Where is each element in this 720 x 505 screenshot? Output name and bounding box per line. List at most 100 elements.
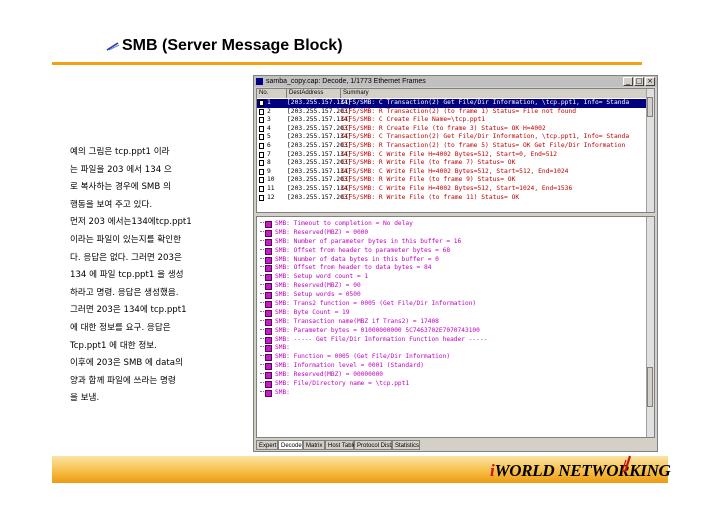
table-row[interactable]: 3 [203.255.157.134] CIFS/SMB: C Create Fil… [257,116,649,125]
table-row[interactable]: 12 [203.255.157.203] CIFS/SMB: R Write Fil… [257,194,649,203]
tab-protocol-dist[interactable]: Protocol Dist. [354,440,393,450]
tab-expert[interactable]: Expert [256,440,278,450]
body-line: 그러면 203은 134에 tcp.ppt1 [70,305,187,316]
tree-connector [260,337,264,343]
tab-statistics[interactable]: Statistics [392,440,420,450]
body-line: 을 보냄. [70,393,100,404]
row-checkbox[interactable] [259,168,264,175]
frame-number: 10 [267,176,275,184]
decode-line[interactable]: SMB: Function = 0005 (Get File/Dir Infor… [257,353,649,362]
frame-summary: CIFS/SMB: R Transaction(2) (to frame 5) … [341,141,626,149]
slide-title: SMB (Server Message Block) [122,37,343,54]
smb-node-icon [265,265,272,273]
decode-line[interactable]: SMB: Setup word count = 1 [257,273,649,282]
frame-number: 5 [267,133,271,141]
window-titlebar[interactable]: samba_copy.cap: Decode, 1/1773 Ethernet … [254,76,657,87]
column-header-summary[interactable]: Summary [341,89,649,98]
column-header-address[interactable]: DestAddress [287,89,341,98]
decode-line[interactable]: SMB: Setup words = 0500 [257,291,649,300]
frame-summary: CIFS/SMB: C Create File Name=\tcp.ppt1 [341,116,486,124]
tree-connector [260,355,264,360]
decode-line[interactable]: SMB: Reserved(MBZ) = 0000 [257,229,649,238]
frame-number: 8 [267,159,271,167]
list-scrollbar[interactable] [646,89,654,212]
decode-line[interactable]: SMB: Reserved(MBZ) = 00000000 [257,371,649,380]
row-checkbox[interactable] [259,151,264,158]
frame-number: 4 [267,124,271,132]
minimize-button[interactable]: _ [623,77,633,86]
row-checkbox[interactable] [259,117,264,124]
frame-summary: CIFS/SMB: C Transaction(2) Get File/Dir … [341,133,630,141]
smb-node-icon [265,345,272,353]
body-line: Tcp.ppt1 에 대한 정보. [70,340,157,351]
window-title: samba_copy.cap: Decode, 1/1773 Ethernet … [266,78,426,85]
row-checkbox[interactable] [259,194,264,201]
table-row[interactable]: 6 [203.255.157.203] CIFS/SMB: R Transactio… [257,142,649,151]
tree-connector [260,302,264,307]
table-row[interactable]: 11 [203.255.157.134] CIFS/SMB: C Write Fil… [257,185,649,194]
tab-matrix[interactable]: Matrix [303,440,325,450]
smb-node-icon [265,354,272,362]
table-row[interactable]: 4 [203.255.157.203] CIFS/SMB: R Create Fil… [257,125,649,134]
column-header-no[interactable]: No. [257,89,287,98]
decode-line[interactable]: SMB: Transaction name(MBZ if Trans2) = 1… [257,318,649,327]
frame-number: 2 [267,107,271,115]
row-checkbox[interactable] [259,185,264,192]
decode-line[interactable]: SMB: Trans2 function = 0005 (Get File/Di… [257,300,649,309]
decode-text: SMB: [275,388,290,396]
decode-line[interactable]: SMB: [257,344,649,353]
table-row[interactable]: 1 [203.255.157.134] CIFS/SMB: C Transactio… [257,99,649,108]
decode-line[interactable]: SMB: File/Directory name = \tcp.ppt1 [257,380,649,389]
row-checkbox[interactable] [259,160,264,167]
decode-text: SMB: [275,344,290,352]
row-checkbox[interactable] [259,125,264,132]
frame-number: 11 [267,184,275,192]
decode-text: SMB: Setup words = 0500 [275,291,361,299]
decode-line[interactable]: SMB: Number of parameter bytes in this b… [257,238,649,247]
body-line: 먼저 203 에서는134에tcp.ppt1 [70,217,192,228]
table-row[interactable]: 10 [203.255.157.203] CIFS/SMB: R Write Fil… [257,176,649,185]
decode-line[interactable]: SMB: Parameter bytes = 01000000000 5C746… [257,327,649,336]
decode-text: SMB: Timeout to completion = No delay [275,220,413,227]
table-row[interactable]: 5 [203.255.157.134] CIFS/SMB: C Transactio… [257,133,649,142]
table-row[interactable]: 2 [203.255.157.203] CIFS/SMB: R Transactio… [257,108,649,117]
maximize-button[interactable]: □ [634,77,644,86]
body-line: 다. 응답은 없다. 그러면 203은 [70,252,182,263]
tab-host-table[interactable]: Host Table [325,440,356,450]
decode-line[interactable]: SMB: Reserved(MBZ) = 00 [257,282,649,291]
decode-line[interactable]: SMB: Byte Count = 19 [257,309,649,318]
decode-line[interactable]: SMB: Timeout to completion = No delay [257,220,649,229]
row-checkbox[interactable] [259,108,264,115]
detail-scrollbar-thumb[interactable] [647,367,653,407]
list-scrollbar-thumb[interactable] [647,97,653,117]
tab-decode[interactable]: Decode [278,440,303,450]
decode-line[interactable]: SMB: Offset from header to parameter byt… [257,247,649,256]
frame-number: 9 [267,167,271,175]
row-checkbox[interactable] [259,177,264,184]
decode-line[interactable]: SMB: Number of data bytes in this buffer… [257,256,649,265]
tree-connector [260,364,264,369]
decode-line[interactable]: SMB: [257,389,649,398]
table-row[interactable]: 7 [203.255.157.134] CIFS/SMB: C Write File… [257,151,649,160]
slide-body-text: 예의 그림은 tcp.ppt1 이라 는 파일을 203 에서 134 으 로 … [70,144,240,408]
table-row[interactable]: 9 [203.255.157.134] CIFS/SMB: C Write File… [257,168,649,177]
smb-node-icon [265,336,272,344]
decode-text: SMB: Information level = 0001 (Standard) [275,362,425,370]
tree-connector [260,310,264,316]
frame-number: 12 [267,193,275,201]
frame-summary: CIFS/SMB: R Create File (to frame 3) Sta… [341,124,546,132]
row-checkbox[interactable] [259,100,264,106]
decode-line[interactable]: SMB: ----- Get File/Dir Information Func… [257,336,649,345]
tree-connector [260,319,264,325]
detail-scrollbar[interactable] [646,217,654,437]
row-checkbox[interactable] [259,134,264,141]
smb-node-icon [265,327,272,335]
tree-connector [260,248,264,254]
detail-rows: SMB: Timeout to completion = No delay SMB… [257,220,649,398]
tree-connector [260,328,264,334]
table-row[interactable]: 8 [203.255.157.203] CIFS/SMB: R Write File… [257,159,649,168]
close-button[interactable]: × [645,77,655,86]
row-checkbox[interactable] [259,142,264,149]
decode-line[interactable]: SMB: Information level = 0001 (Standard) [257,362,649,371]
decode-line[interactable]: SMB: Offset from header to data bytes = … [257,264,649,273]
